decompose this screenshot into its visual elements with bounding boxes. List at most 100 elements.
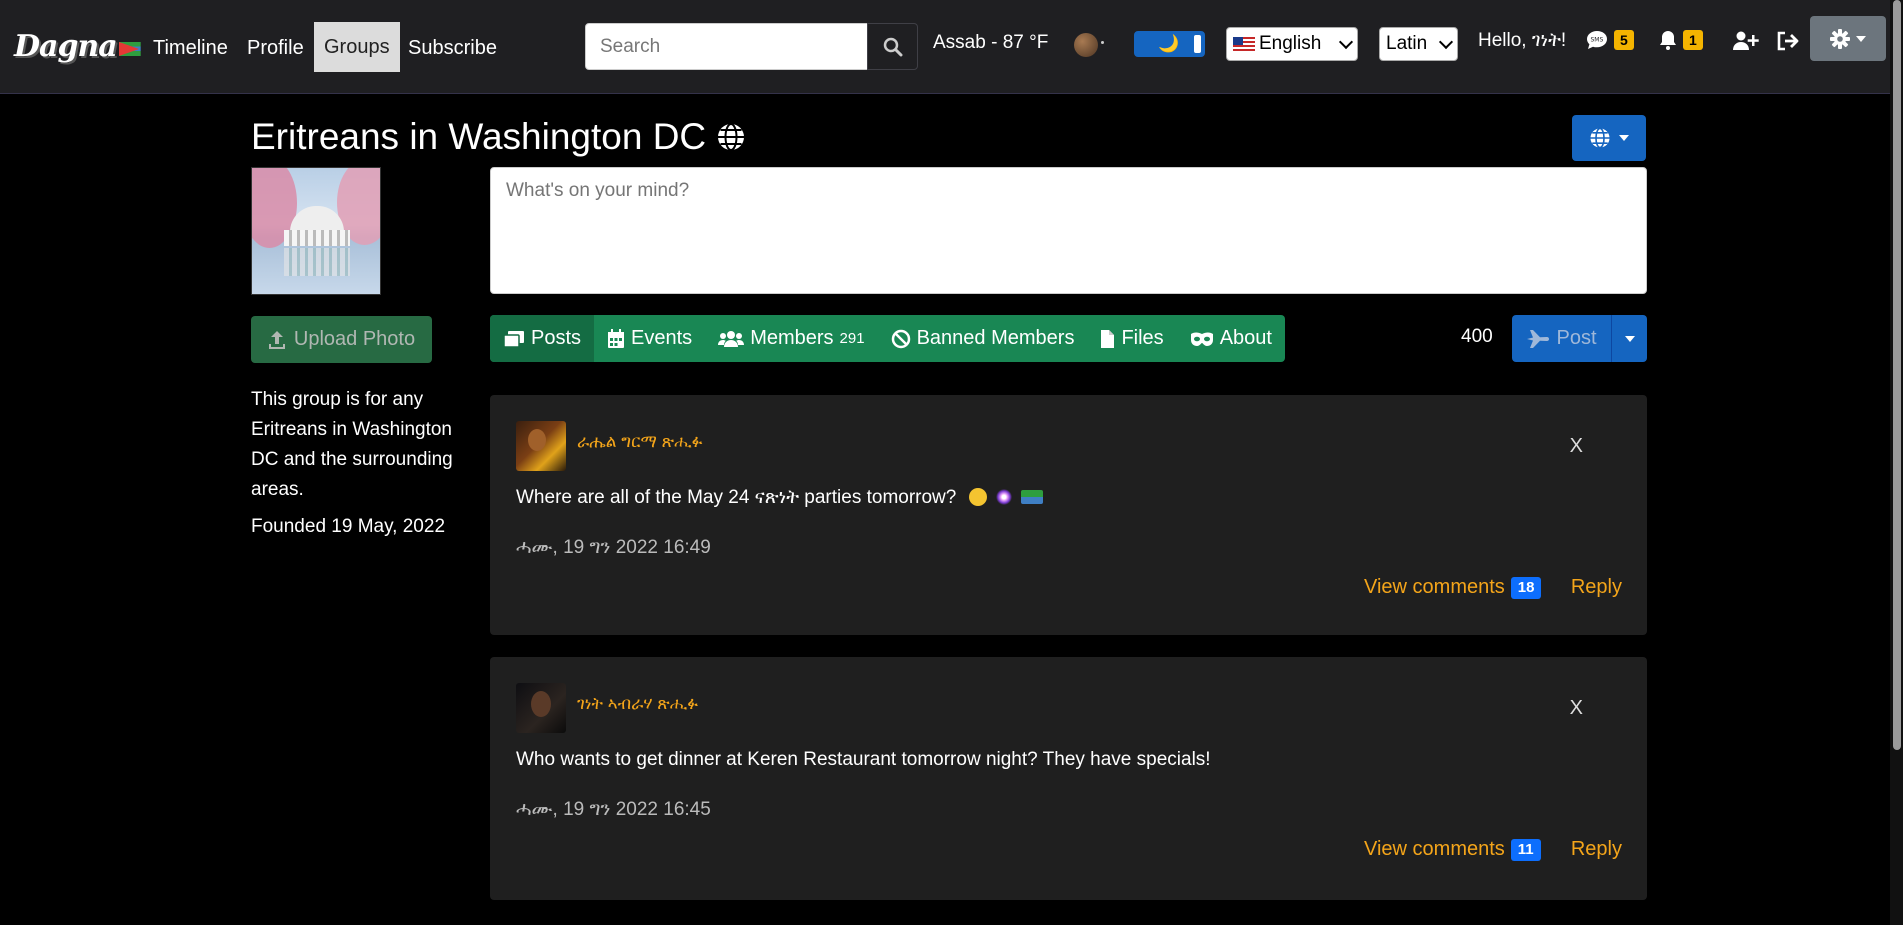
avatar-face <box>528 429 546 451</box>
post-card: ገነት ኣብራሃ ጽሒፉ X Who wants to get dinner a… <box>490 657 1647 900</box>
view-comments-link[interactable]: View comments 11 <box>1364 838 1541 861</box>
notifications-button[interactable]: 1 <box>1659 30 1703 50</box>
group-title-text: Eritreans in Washington DC <box>251 116 707 157</box>
post-timestamp: ሓሙ, 19 ግን 2022 16:45 <box>516 799 711 820</box>
caret-down-icon <box>1619 135 1629 141</box>
photo-memorial-columns <box>284 230 350 246</box>
comment-count-badge: 11 <box>1510 838 1541 861</box>
tab-about[interactable]: About <box>1177 315 1285 362</box>
file-icon <box>1101 329 1115 348</box>
post-author[interactable]: ገነት ኣብራሃ ጽሒፉ <box>577 694 698 714</box>
view-comments-label: View comments <box>1364 838 1505 860</box>
post-text: Who wants to get dinner at Keren Restaur… <box>516 749 1211 770</box>
post-text: Where are all of the May 24 ናጽነት parties… <box>516 487 957 508</box>
eritrea-flag-icon <box>118 42 141 56</box>
tab-files[interactable]: Files <box>1087 315 1176 362</box>
users-icon <box>718 330 745 347</box>
planet-icon <box>1074 33 1104 57</box>
view-comments-link[interactable]: View comments 18 <box>1364 576 1542 599</box>
avatar[interactable] <box>516 421 566 471</box>
nav-profile-link[interactable]: Profile <box>247 34 304 62</box>
us-flag-icon <box>1233 37 1255 51</box>
sparkler-emoji-icon <box>994 488 1013 506</box>
caret-down-icon <box>1624 335 1635 342</box>
scrollbar-thumb[interactable] <box>1893 0 1901 750</box>
avatar-face <box>531 691 551 717</box>
photo-memorial-dome <box>290 206 344 232</box>
post-submit-button[interactable]: Post <box>1512 315 1611 362</box>
svg-text:SMS: SMS <box>1591 37 1604 44</box>
mask-icon <box>1190 332 1213 346</box>
script-select[interactable]: Latin <box>1379 27 1458 61</box>
upload-photo-button[interactable]: Upload Photo <box>251 316 432 363</box>
site-logo[interactable]: Dagna <box>14 26 141 66</box>
nav-subscribe-link[interactable]: Subscribe <box>408 34 497 62</box>
group-photo <box>251 167 381 295</box>
tab-banned-members[interactable]: Banned Members <box>878 315 1088 362</box>
eritrea-flag-icon <box>1021 490 1044 504</box>
user-greeting: Hello, ገነት! <box>1478 30 1567 51</box>
group-privacy-dropdown[interactable] <box>1572 115 1646 161</box>
top-navbar: Dagna Timeline Profile Groups Subscribe … <box>0 0 1903 94</box>
bell-icon <box>1660 31 1676 50</box>
plane-icon <box>1527 329 1550 348</box>
chevron-down-icon <box>1438 34 1454 49</box>
logo-text: Dagna <box>14 28 118 64</box>
moon-icon: 🌙 <box>1158 34 1180 53</box>
caret-down-icon <box>1856 35 1866 42</box>
add-friend-button[interactable] <box>1733 31 1759 51</box>
messages-button[interactable]: SMS 5 <box>1586 30 1634 50</box>
sms-icon: SMS <box>1587 31 1607 49</box>
close-icon[interactable]: X <box>1570 435 1583 458</box>
weather-readout: Assab - 87 °F <box>933 32 1049 53</box>
globe-icon <box>1590 127 1610 149</box>
language-select-value: English <box>1259 33 1322 54</box>
post-timestamp: ሓሙ, 19 ግን 2022 16:49 <box>516 537 711 558</box>
upload-photo-label: Upload Photo <box>293 328 416 350</box>
sign-out-icon <box>1777 31 1799 51</box>
logout-button[interactable] <box>1776 31 1800 51</box>
search-input[interactable] <box>585 23 868 70</box>
post-options-dropdown[interactable] <box>1611 315 1647 362</box>
tab-label: Members <box>750 327 834 349</box>
tab-members[interactable]: Members 291 <box>705 315 877 362</box>
remaining-char-count: 400 <box>1461 326 1493 347</box>
post-author[interactable]: ራሔል ግርማ ጽሒፉ <box>577 432 703 452</box>
avatar[interactable] <box>516 683 566 733</box>
tab-label: Files <box>1121 327 1164 349</box>
comment-count-badge: 18 <box>1510 576 1542 599</box>
post-composer-input[interactable] <box>490 167 1647 294</box>
tab-events[interactable]: Events <box>594 315 705 362</box>
user-plus-icon <box>1733 31 1759 50</box>
photo-reflection <box>284 248 350 276</box>
view-comments-label: View comments <box>1364 576 1505 598</box>
tab-label: Posts <box>531 327 582 349</box>
tab-label: About <box>1219 327 1272 349</box>
settings-menu-button[interactable] <box>1810 16 1886 61</box>
post-body: Where are all of the May 24 ናጽነት parties… <box>516 487 1044 509</box>
nav-groups-link[interactable]: Groups <box>314 22 400 72</box>
search-icon <box>883 37 902 56</box>
reply-link[interactable]: Reply <box>1571 838 1622 861</box>
dark-mode-toggle[interactable]: 🌙 <box>1134 31 1205 57</box>
search-button[interactable] <box>867 23 918 70</box>
messages-count-badge: 5 <box>1614 30 1634 50</box>
post-button-label: Post <box>1556 327 1597 349</box>
ban-icon <box>891 329 910 348</box>
chevron-down-icon <box>1338 34 1354 49</box>
tab-label: Events <box>631 327 693 349</box>
nav-timeline-link[interactable]: Timeline <box>153 34 228 62</box>
members-count: 291 <box>839 330 865 347</box>
group-founded-date: Founded 19 May, 2022 <box>251 516 446 537</box>
close-icon[interactable]: X <box>1570 697 1583 720</box>
group-tabs: Posts Events Members 291 Banned Members <box>490 315 1285 362</box>
gear-icon <box>1830 28 1850 49</box>
reply-link[interactable]: Reply <box>1571 576 1622 599</box>
tab-posts[interactable]: Posts <box>490 315 595 362</box>
posts-icon <box>503 330 524 348</box>
upload-icon <box>268 330 285 349</box>
toggle-knob <box>1194 35 1201 53</box>
script-select-value: Latin <box>1386 33 1428 54</box>
language-select[interactable]: English <box>1226 27 1358 61</box>
post-card: ራሔል ግርማ ጽሒፉ X Where are all of the May 2… <box>490 395 1647 635</box>
